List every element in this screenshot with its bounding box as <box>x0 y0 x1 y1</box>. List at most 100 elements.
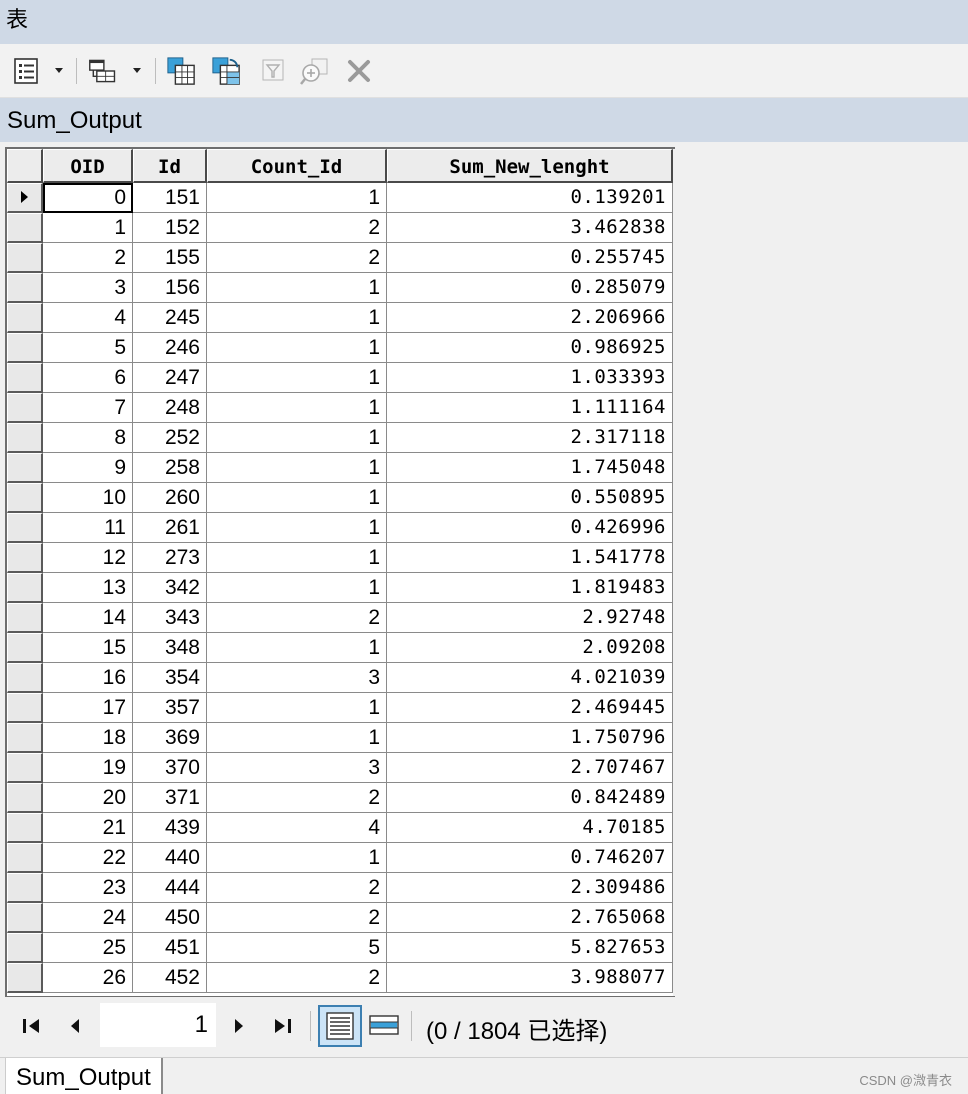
cell-sum-new-lenght[interactable]: 0.139201 <box>387 183 673 213</box>
cell-id[interactable]: 247 <box>133 363 207 393</box>
first-record-icon[interactable] <box>18 1013 44 1039</box>
cell-count-id[interactable]: 2 <box>207 963 387 993</box>
cell-oid[interactable]: 15 <box>43 633 133 663</box>
cell-sum-new-lenght[interactable]: 1.033393 <box>387 363 673 393</box>
table-options-icon[interactable] <box>12 56 42 86</box>
cell-id[interactable]: 248 <box>133 393 207 423</box>
cell-count-id[interactable]: 1 <box>207 723 387 753</box>
table-row[interactable]: 4 245 1 2.206966 <box>7 303 673 333</box>
row-selector[interactable] <box>7 423 43 453</box>
cell-id[interactable]: 452 <box>133 963 207 993</box>
cell-oid[interactable]: 3 <box>43 273 133 303</box>
table-row[interactable]: 14 343 2 2.92748 <box>7 603 673 633</box>
previous-record-icon[interactable] <box>62 1013 88 1039</box>
row-selector[interactable] <box>7 693 43 723</box>
cell-id[interactable]: 357 <box>133 693 207 723</box>
cell-count-id[interactable]: 1 <box>207 543 387 573</box>
row-selector[interactable] <box>7 963 43 993</box>
cell-sum-new-lenght[interactable]: 1.819483 <box>387 573 673 603</box>
next-record-icon[interactable] <box>226 1013 252 1039</box>
cell-count-id[interactable]: 1 <box>207 423 387 453</box>
cell-oid[interactable]: 4 <box>43 303 133 333</box>
cell-id[interactable]: 439 <box>133 813 207 843</box>
cell-sum-new-lenght[interactable]: 2.09208 <box>387 633 673 663</box>
table-row[interactable]: 24 450 2 2.765068 <box>7 903 673 933</box>
cell-sum-new-lenght[interactable]: 3.462838 <box>387 213 673 243</box>
row-selector[interactable] <box>7 333 43 363</box>
table-row[interactable]: 8 252 1 2.317118 <box>7 423 673 453</box>
table-row[interactable]: 11 261 1 0.426996 <box>7 513 673 543</box>
cell-id[interactable]: 151 <box>133 183 207 213</box>
cell-count-id[interactable]: 2 <box>207 243 387 273</box>
cell-count-id[interactable]: 4 <box>207 813 387 843</box>
show-selected-records-icon[interactable] <box>362 1005 406 1047</box>
cell-sum-new-lenght[interactable]: 0.746207 <box>387 843 673 873</box>
current-record-input[interactable]: 1 <box>100 1003 216 1047</box>
row-selector[interactable] <box>7 453 43 483</box>
cell-count-id[interactable]: 3 <box>207 753 387 783</box>
show-all-records-icon[interactable] <box>318 1005 362 1047</box>
table-row[interactable]: 15 348 1 2.09208 <box>7 633 673 663</box>
row-selector[interactable] <box>7 843 43 873</box>
cell-count-id[interactable]: 1 <box>207 183 387 213</box>
cell-count-id[interactable]: 1 <box>207 633 387 663</box>
row-selector[interactable] <box>7 363 43 393</box>
cell-sum-new-lenght[interactable]: 0.426996 <box>387 513 673 543</box>
cell-sum-new-lenght[interactable]: 4.70185 <box>387 813 673 843</box>
cell-count-id[interactable]: 1 <box>207 273 387 303</box>
table-row[interactable]: 17 357 1 2.469445 <box>7 693 673 723</box>
cell-id[interactable]: 245 <box>133 303 207 333</box>
cell-id[interactable]: 156 <box>133 273 207 303</box>
cell-oid[interactable]: 22 <box>43 843 133 873</box>
cell-count-id[interactable]: 1 <box>207 573 387 603</box>
cell-id[interactable]: 258 <box>133 453 207 483</box>
cell-count-id[interactable]: 2 <box>207 903 387 933</box>
table-row[interactable]: 22 440 1 0.746207 <box>7 843 673 873</box>
zoom-to-selected-icon[interactable] <box>300 56 330 86</box>
row-selector[interactable] <box>7 483 43 513</box>
select-by-attributes-icon[interactable] <box>166 56 196 86</box>
cell-oid[interactable]: 20 <box>43 783 133 813</box>
cell-sum-new-lenght[interactable]: 2.92748 <box>387 603 673 633</box>
cell-sum-new-lenght[interactable]: 2.765068 <box>387 903 673 933</box>
cell-sum-new-lenght[interactable]: 2.206966 <box>387 303 673 333</box>
cell-sum-new-lenght[interactable]: 0.842489 <box>387 783 673 813</box>
column-header-count-id[interactable]: Count_Id <box>207 149 387 183</box>
cell-count-id[interactable]: 2 <box>207 783 387 813</box>
cell-oid[interactable]: 1 <box>43 213 133 243</box>
cell-sum-new-lenght[interactable]: 2.317118 <box>387 423 673 453</box>
clear-selection-icon[interactable] <box>258 56 288 86</box>
cell-oid[interactable]: 14 <box>43 603 133 633</box>
cell-oid[interactable]: 16 <box>43 663 133 693</box>
table-row[interactable]: 9 258 1 1.745048 <box>7 453 673 483</box>
cell-oid[interactable]: 2 <box>43 243 133 273</box>
cell-count-id[interactable]: 1 <box>207 843 387 873</box>
cell-sum-new-lenght[interactable]: 3.988077 <box>387 963 673 993</box>
cell-oid[interactable]: 19 <box>43 753 133 783</box>
row-selector[interactable] <box>7 303 43 333</box>
cell-sum-new-lenght[interactable]: 0.285079 <box>387 273 673 303</box>
row-selector[interactable] <box>7 873 43 903</box>
row-selector[interactable] <box>7 783 43 813</box>
table-row[interactable]: 16 354 3 4.021039 <box>7 663 673 693</box>
cell-sum-new-lenght[interactable]: 2.309486 <box>387 873 673 903</box>
cell-sum-new-lenght[interactable]: 5.827653 <box>387 933 673 963</box>
cell-count-id[interactable]: 3 <box>207 663 387 693</box>
cell-oid[interactable]: 10 <box>43 483 133 513</box>
cell-count-id[interactable]: 1 <box>207 303 387 333</box>
row-selector[interactable] <box>7 543 43 573</box>
table-row[interactable]: 5 246 1 0.986925 <box>7 333 673 363</box>
cell-count-id[interactable]: 1 <box>207 513 387 543</box>
table-options-dropdown-icon[interactable] <box>55 68 63 73</box>
table-row[interactable]: 7 248 1 1.111164 <box>7 393 673 423</box>
table-row[interactable]: 23 444 2 2.309486 <box>7 873 673 903</box>
row-selector[interactable] <box>7 513 43 543</box>
related-tables-dropdown-icon[interactable] <box>133 68 141 73</box>
row-selector[interactable] <box>7 393 43 423</box>
row-selector-header[interactable] <box>7 149 43 183</box>
cell-oid[interactable]: 24 <box>43 903 133 933</box>
cell-oid[interactable]: 0 <box>43 183 133 213</box>
cell-id[interactable]: 343 <box>133 603 207 633</box>
tab-sum-output[interactable]: Sum_Output <box>5 1058 163 1094</box>
cell-id[interactable]: 440 <box>133 843 207 873</box>
